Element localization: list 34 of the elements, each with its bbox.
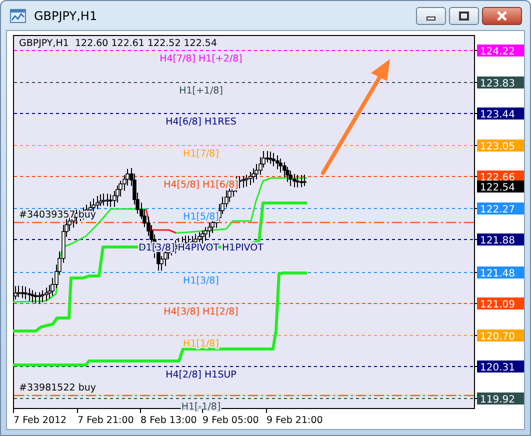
restore-button[interactable] xyxy=(449,6,479,24)
restore-icon xyxy=(458,10,470,20)
price-tag: 124.22 xyxy=(477,44,524,58)
close-button[interactable] xyxy=(482,6,522,24)
level-label: H1[7/8] xyxy=(183,148,219,160)
price-tag: 123.05 xyxy=(477,140,524,152)
time-label: 7 Feb 21:00 xyxy=(78,415,134,426)
level-label: H1[3/8] xyxy=(183,276,219,286)
level-label: H4[3/8] H1[2/8] xyxy=(164,306,238,318)
time-label: 9 Feb 21:00 xyxy=(266,415,323,426)
order-label: #33981522 buy xyxy=(19,382,96,394)
time-label: 7 Feb 2012 xyxy=(14,415,67,426)
chart-header: GBPJPY,H1 122.60 122.61 122.52 122.54 xyxy=(19,38,218,49)
level-label: H4[2/8] H1SUP xyxy=(166,370,236,380)
price-tag: 121.48 xyxy=(477,266,524,280)
price-tag: 122.27 xyxy=(477,202,524,216)
chart-window-icon xyxy=(10,8,26,22)
time-label: 9 Feb 05:00 xyxy=(202,415,259,426)
window-title: GBPJPY,H1 xyxy=(34,8,98,22)
level-label: H4[7/8] H1[+2/8] xyxy=(160,54,242,64)
close-icon xyxy=(496,10,508,20)
current-price-tag: 122.54 xyxy=(477,180,524,194)
price-tag: 120.70 xyxy=(477,330,524,342)
price-tag: 123.83 xyxy=(477,76,524,90)
price-tag: 120.31 xyxy=(477,360,524,374)
minimize-button[interactable] xyxy=(416,6,446,24)
price-tag: 121.09 xyxy=(477,298,524,310)
level-label: H1[1/8] xyxy=(183,338,219,350)
level-label: H1[+1/8] xyxy=(179,86,223,96)
price-tag: 121.88 xyxy=(477,234,524,246)
price-tag: 119.92 xyxy=(477,392,524,406)
time-label: 8 Feb 13:00 xyxy=(140,415,197,426)
price-tag: 123.44 xyxy=(477,108,524,120)
level-label: H4[6/8] H1RES xyxy=(166,116,236,128)
